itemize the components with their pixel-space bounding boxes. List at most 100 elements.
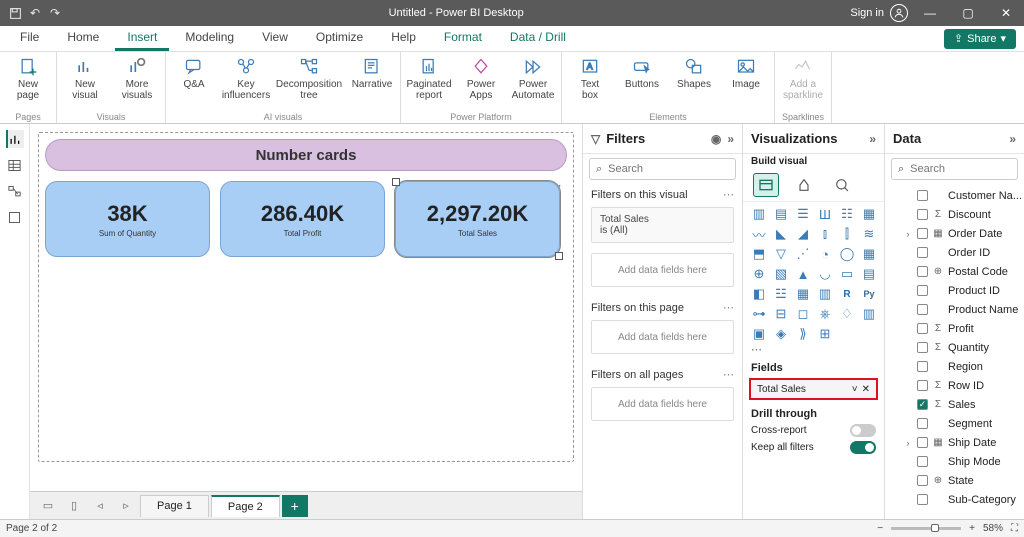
line-col2-icon[interactable]: ⫿ [837, 225, 857, 243]
map-icon[interactable]: ⊕ [749, 265, 769, 283]
donut-icon[interactable]: ◯ [837, 245, 857, 263]
dax-view-icon[interactable] [6, 208, 24, 226]
field-row[interactable]: ✓ΣSales [889, 395, 1022, 414]
maximize-button[interactable]: ▢ [952, 0, 984, 26]
filters-visual-drop[interactable]: Add data fields here [591, 253, 734, 287]
menu-insert[interactable]: Insert [115, 26, 169, 51]
title-visual[interactable]: Number cards [45, 139, 567, 171]
zoom-slider[interactable] [891, 527, 961, 530]
waterfall-icon[interactable]: ⬒ [749, 245, 769, 263]
more-visuals-button[interactable]: Morevisuals [113, 56, 161, 101]
goals-icon[interactable]: ♢ [837, 305, 857, 323]
menu-home[interactable]: Home [55, 26, 111, 51]
more-icon[interactable]: ⋯ [723, 368, 734, 381]
filters-page-drop[interactable]: Add data fields here [591, 320, 734, 354]
user-icon[interactable] [890, 4, 908, 22]
remove-field-icon[interactable]: ✕ [862, 384, 870, 395]
pie-icon[interactable]: ◔ [815, 245, 835, 263]
sign-in-link[interactable]: Sign in [850, 7, 884, 19]
report-view-icon[interactable] [6, 130, 24, 148]
100-bar-icon[interactable]: ☷ [837, 205, 857, 223]
zoom-minus-icon[interactable]: − [877, 523, 883, 534]
share-button[interactable]: ⇪ Share ▾ [944, 29, 1016, 49]
filters-search-input[interactable] [606, 162, 742, 176]
field-checkbox[interactable] [917, 494, 928, 505]
table-icon[interactable]: ▦ [793, 285, 813, 303]
card-profit[interactable]: 286.40K Total Profit [220, 181, 385, 257]
textbox-button[interactable]: ATextbox [566, 56, 614, 101]
field-row[interactable]: Order ID [889, 243, 1022, 262]
key-infl-icon[interactable]: ⊶ [749, 305, 769, 323]
build-mode-icon[interactable] [753, 173, 779, 197]
field-row[interactable]: Segment [889, 414, 1022, 433]
page-tab-2[interactable]: Page 2 [211, 495, 280, 517]
azure-map-icon[interactable]: ▲ [793, 265, 813, 283]
field-row[interactable]: Product Name [889, 300, 1022, 319]
paginated-viz-icon[interactable]: ▥ [859, 305, 879, 323]
menu-modeling[interactable]: Modeling [173, 26, 246, 51]
prev-page-icon[interactable]: ◃ [88, 496, 112, 516]
field-row[interactable]: ΣQuantity [889, 338, 1022, 357]
field-row[interactable]: ΣProfit [889, 319, 1022, 338]
key-influencers-button[interactable]: Keyinfluencers [222, 56, 270, 101]
add-page-button[interactable]: + [282, 495, 308, 517]
image-button[interactable]: Image [722, 56, 770, 101]
automate-viz-icon[interactable]: ⟫ [793, 325, 813, 343]
matrix-icon[interactable]: ▥ [815, 285, 835, 303]
field-checkbox[interactable] [917, 475, 928, 486]
viz-more-dots[interactable]: ⋯ [743, 343, 884, 356]
format-mode-icon[interactable] [791, 173, 817, 197]
stacked-area-icon[interactable]: ◢ [793, 225, 813, 243]
field-row[interactable]: Customer Na... [889, 186, 1022, 205]
kpi-icon[interactable]: ◧ [749, 285, 769, 303]
field-row[interactable]: ΣDiscount [889, 205, 1022, 224]
line-col-icon[interactable]: ⫾ [815, 225, 835, 243]
menu-format[interactable]: Format [432, 26, 494, 51]
clustered-bar-icon[interactable]: ☰ [793, 205, 813, 223]
field-checkbox[interactable] [917, 247, 928, 258]
filters-search[interactable]: ⌕ [589, 158, 736, 180]
field-checkbox[interactable] [917, 437, 928, 448]
filters-all-drop[interactable]: Add data fields here [591, 387, 734, 421]
new-page-button[interactable]: Newpage [4, 56, 52, 101]
data-search[interactable]: ⌕ [891, 158, 1018, 180]
menu-optimize[interactable]: Optimize [304, 26, 375, 51]
field-row[interactable]: Ship Mode [889, 452, 1022, 471]
area-icon[interactable]: ◣ [771, 225, 791, 243]
page-tab-1[interactable]: Page 1 [140, 495, 209, 517]
field-row[interactable]: ⊕Postal Code [889, 262, 1022, 281]
decomp-icon[interactable]: ⊟ [771, 305, 791, 323]
field-checkbox[interactable] [917, 285, 928, 296]
r-visual-icon[interactable]: R [837, 285, 857, 303]
field-checkbox[interactable] [917, 418, 928, 429]
minimize-button[interactable]: — [914, 0, 946, 26]
qna-icon[interactable]: ◻ [793, 305, 813, 323]
power-apps-button[interactable]: PowerApps [457, 56, 505, 101]
clustered-column-icon[interactable]: Ш [815, 205, 835, 223]
field-checkbox[interactable] [917, 323, 928, 334]
menu-data-drill[interactable]: Data / Drill [498, 26, 578, 51]
expand-icon[interactable]: › [903, 229, 913, 239]
mobile-layout-icon[interactable]: ▯ [62, 496, 86, 516]
field-row[interactable]: Region [889, 357, 1022, 376]
menu-help[interactable]: Help [379, 26, 428, 51]
field-checkbox[interactable] [917, 456, 928, 467]
expand-icon[interactable]: › [903, 438, 913, 448]
slicer-icon[interactable]: ☳ [771, 285, 791, 303]
report-page[interactable]: Number cards ▽ ⋯ 38K Sum of Quantity 286… [38, 132, 574, 462]
canvas[interactable]: Number cards ▽ ⋯ 38K Sum of Quantity 286… [30, 124, 582, 491]
chevron-down-icon[interactable]: ˅ [852, 384, 858, 395]
funnel-icon[interactable]: ▽ [771, 245, 791, 263]
field-row[interactable]: ⊕State [889, 471, 1022, 490]
power-apps-viz-icon[interactable]: ◈ [771, 325, 791, 343]
line-icon[interactable]: 〰 [749, 225, 769, 243]
card-sales[interactable]: 2,297.20K Total Sales [395, 181, 560, 257]
filter-card-total-sales[interactable]: Total Sales is (All) [591, 207, 734, 243]
decomposition-button[interactable]: Decompositiontree [274, 56, 344, 101]
menu-view[interactable]: View [250, 26, 300, 51]
field-checkbox[interactable] [917, 342, 928, 353]
model-view-icon[interactable] [6, 182, 24, 200]
field-checkbox[interactable]: ✓ [917, 399, 928, 410]
more-icon[interactable]: ⋯ [723, 301, 734, 314]
treemap-icon[interactable]: ▦ [859, 245, 879, 263]
